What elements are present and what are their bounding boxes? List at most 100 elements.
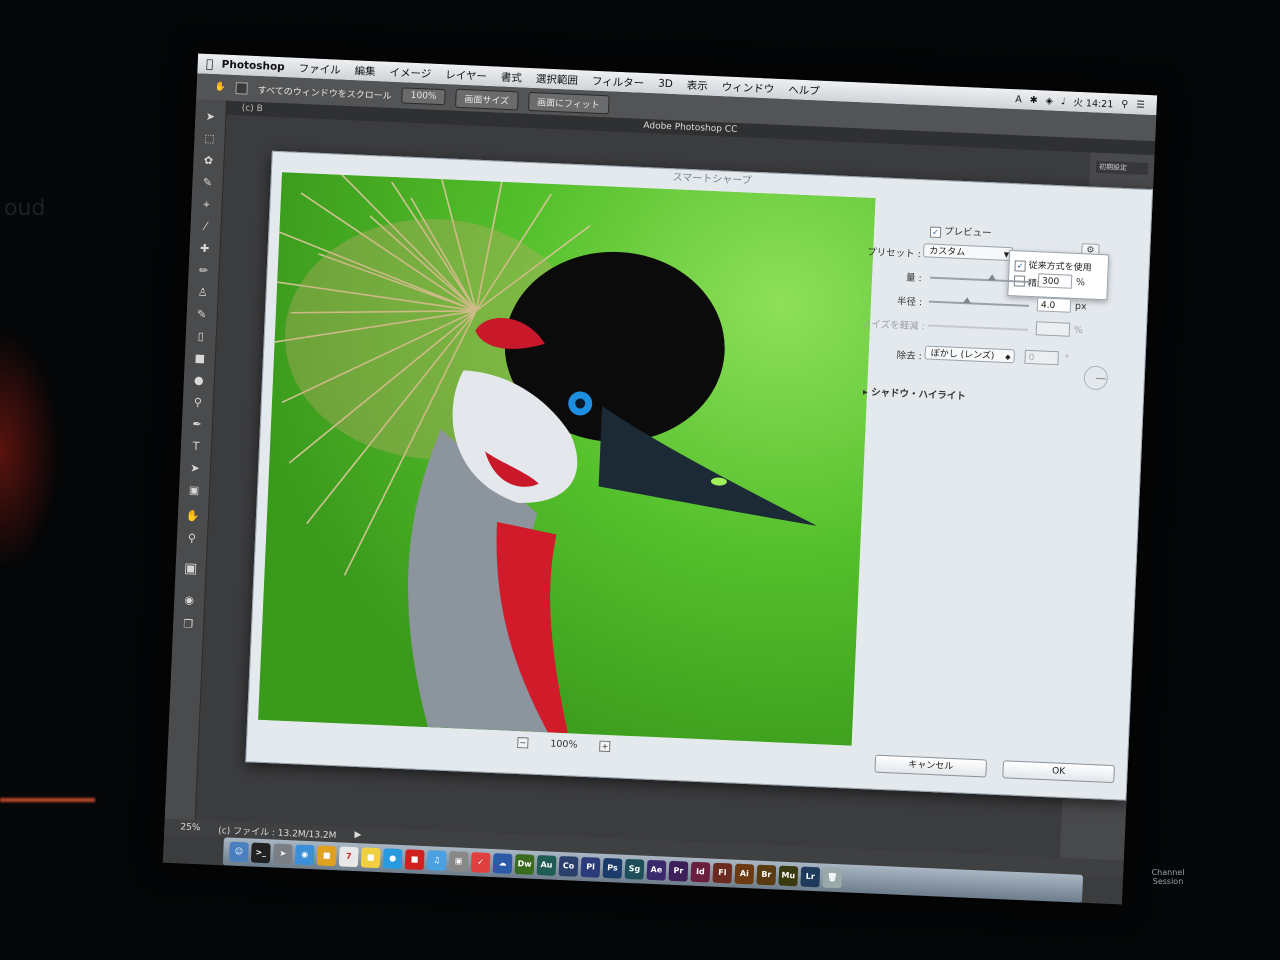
- menu-view[interactable]: 表示: [687, 77, 709, 93]
- path-select-tool-icon[interactable]: ➤: [187, 461, 204, 476]
- color-swatch-icon[interactable]: ▣: [182, 560, 199, 577]
- hand-tool-icon[interactable]: ✋: [185, 509, 202, 524]
- remove-select[interactable]: ぼかし (レンズ) ◆: [924, 345, 1015, 364]
- volume-icon[interactable]: ♩: [1061, 96, 1066, 107]
- menu-window[interactable]: ウィンドウ: [721, 79, 775, 96]
- pen-tool-icon[interactable]: ✒: [189, 417, 206, 432]
- cancel-button[interactable]: キャンセル: [874, 754, 988, 778]
- app-name[interactable]: Photoshop: [221, 58, 285, 73]
- legacy-option[interactable]: ✓ 従来方式を使用: [1014, 257, 1092, 274]
- legacy-checkbox[interactable]: ✓: [1014, 260, 1026, 272]
- preview-checkbox[interactable]: ✓: [929, 226, 942, 239]
- dock-app-br-icon[interactable]: Br: [756, 864, 777, 886]
- quick-mask-icon[interactable]: ◉: [181, 593, 198, 608]
- messages-icon[interactable]: ●: [382, 848, 403, 870]
- stickies-icon[interactable]: ■: [360, 847, 381, 869]
- crop-tool-icon[interactable]: ⌖: [198, 198, 215, 213]
- noise-slider[interactable]: [927, 324, 1028, 331]
- menu-layer[interactable]: レイヤー: [445, 67, 487, 84]
- fit-screen-button[interactable]: 画面サイズ: [454, 88, 519, 110]
- stamp-tool-icon[interactable]: ♙: [194, 286, 211, 301]
- noise-input[interactable]: [1035, 321, 1071, 337]
- dock-app-co-icon[interactable]: Co: [558, 855, 579, 877]
- hand-tool-icon[interactable]: ✋: [214, 82, 226, 92]
- dodge-tool-icon[interactable]: ⚲: [190, 395, 207, 410]
- status-zoom[interactable]: 25%: [180, 822, 200, 833]
- preview-app-icon[interactable]: ▣: [448, 851, 469, 872]
- history-brush-tool-icon[interactable]: ✎: [193, 308, 210, 323]
- dock-app-ai-icon[interactable]: Ai: [734, 863, 755, 885]
- terminal-icon[interactable]: >_: [250, 842, 271, 864]
- dock-app-lr-icon[interactable]: Lr: [800, 866, 821, 888]
- menu-help[interactable]: ヘルプ: [788, 82, 820, 98]
- preview-image[interactable]: [258, 172, 876, 746]
- adobe-icon[interactable]: A: [1015, 94, 1022, 105]
- zoom-in-button[interactable]: +: [599, 740, 611, 753]
- ok-button[interactable]: OK: [1002, 760, 1115, 784]
- menu-filter[interactable]: フィルター: [592, 73, 645, 90]
- lasso-tool-icon[interactable]: ✿: [200, 154, 217, 169]
- gradient-tool-icon[interactable]: ■: [192, 351, 209, 366]
- screen-mode-icon[interactable]: ❐: [180, 617, 197, 632]
- healing-tool-icon[interactable]: ✚: [196, 242, 213, 257]
- menu-3d[interactable]: 3D: [658, 78, 673, 91]
- fill-screen-button[interactable]: 画面にフィット: [527, 91, 610, 114]
- amount-slider-thumb[interactable]: [987, 274, 997, 281]
- menu-image[interactable]: イメージ: [389, 64, 431, 81]
- eraser-tool-icon[interactable]: ▯: [192, 329, 209, 344]
- play-icon[interactable]: ▶: [354, 830, 361, 840]
- preset-select[interactable]: カスタム ▼: [922, 243, 1014, 262]
- dock-app-ae-icon[interactable]: Ae: [646, 859, 667, 881]
- itunes-icon[interactable]: ♫: [426, 850, 447, 872]
- eyedropper-tool-icon[interactable]: ⁄: [197, 220, 214, 235]
- menu-select[interactable]: 選択範囲: [536, 71, 579, 88]
- dock-app-sg-icon[interactable]: Sg: [624, 858, 645, 880]
- dock-app-fl-icon[interactable]: Fl: [712, 862, 733, 884]
- dock-app-pr-icon[interactable]: Pr: [668, 860, 689, 882]
- blur-tool-icon[interactable]: ●: [191, 373, 208, 388]
- shape-tool-icon[interactable]: ▣: [186, 483, 203, 498]
- radius-slider-thumb[interactable]: [962, 297, 972, 304]
- dock-app-dw-icon[interactable]: Dw: [514, 854, 535, 875]
- calendar-icon[interactable]: 7: [338, 846, 359, 868]
- list-icon[interactable]: ☰: [1136, 99, 1145, 110]
- angle-dial[interactable]: [1083, 365, 1109, 391]
- notes-icon[interactable]: ■: [316, 845, 337, 867]
- wifi-icon[interactable]: ◈: [1045, 95, 1053, 106]
- finder-icon[interactable]: ☺: [228, 841, 249, 863]
- dock-app-au-icon[interactable]: Au: [536, 855, 557, 876]
- menu-file[interactable]: ファイル: [298, 60, 341, 77]
- dock-app-mu-icon[interactable]: Mu: [778, 865, 799, 887]
- zoom-tool-icon[interactable]: ⚲: [184, 531, 201, 546]
- document-tab[interactable]: (c) B: [241, 101, 263, 116]
- radius-slider[interactable]: [928, 297, 1029, 307]
- radius-input[interactable]: 4.0: [1036, 297, 1072, 313]
- clock[interactable]: 火 14:21: [1073, 95, 1113, 111]
- shadow-highlight-section[interactable]: ▸ シャドウ・ハイライト: [863, 384, 966, 402]
- type-tool-icon[interactable]: T: [188, 439, 205, 454]
- dock-app-id-icon[interactable]: Id: [690, 861, 711, 883]
- trash-icon[interactable]: 🗑: [822, 867, 843, 889]
- amount-input[interactable]: 300: [1037, 273, 1073, 289]
- menu-edit[interactable]: 編集: [354, 63, 376, 79]
- bluetooth-icon[interactable]: ✱: [1029, 94, 1037, 105]
- scroll-all-checkbox[interactable]: [235, 82, 249, 95]
- red-app-icon[interactable]: ■: [404, 849, 425, 871]
- move-tool-icon[interactable]: ➤: [202, 110, 219, 125]
- apple-icon[interactable]: : [197, 56, 222, 71]
- preview-checkbox-row[interactable]: ✓ プレビュー: [929, 223, 992, 241]
- creative-cloud-icon[interactable]: ☁: [492, 853, 513, 874]
- quick-select-tool-icon[interactable]: ✎: [199, 176, 216, 191]
- zoom-out-button[interactable]: −: [517, 737, 529, 749]
- workspace-select[interactable]: 初期設定: [1095, 160, 1149, 175]
- brush-tool-icon[interactable]: ✏: [195, 264, 212, 279]
- angle-input[interactable]: 0: [1024, 349, 1059, 366]
- marquee-tool-icon[interactable]: ⬚: [201, 132, 218, 147]
- menu-type[interactable]: 書式: [501, 69, 523, 85]
- spotlight-icon[interactable]: ⚲: [1121, 98, 1128, 109]
- acrobat-icon[interactable]: ✓: [470, 852, 491, 873]
- dock-app-ps-icon[interactable]: Ps: [602, 857, 623, 879]
- launchpad-icon[interactable]: ➤: [272, 843, 293, 865]
- zoom-100-button[interactable]: 100%: [401, 87, 446, 106]
- dock-app-pl-icon[interactable]: Pl: [580, 856, 601, 878]
